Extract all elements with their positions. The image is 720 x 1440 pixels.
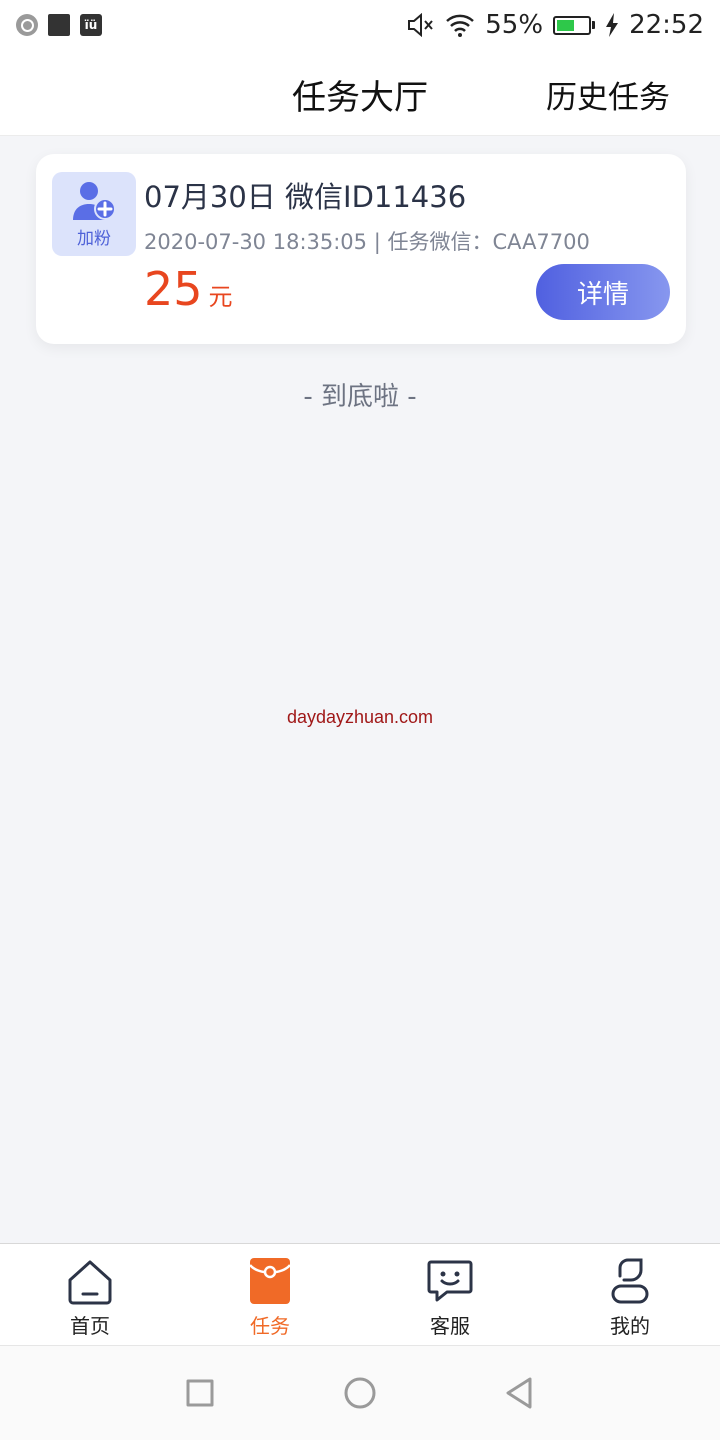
tab-customer-service[interactable]: 客服 <box>360 1244 540 1345</box>
tab-tasks[interactable]: 任务 <box>180 1244 360 1345</box>
task-meta: 2020-07-30 18:35:05 | 任务微信：CAA7700 <box>144 230 590 254</box>
home-icon <box>68 1260 112 1305</box>
red-envelope-icon <box>249 1258 291 1304</box>
bottom-tab-bar: 首页 任务 客服 我的 <box>0 1243 720 1345</box>
recents-icon[interactable] <box>180 1373 220 1413</box>
status-bar: ïü 55% 22:52 <box>0 0 720 50</box>
reward-unit: 元 <box>208 283 233 311</box>
task-card[interactable]: 加粉 07月30日 微信ID11436 2020-07-30 18:35:05 … <box>36 154 686 344</box>
detail-button[interactable]: 详情 <box>536 264 670 320</box>
system-nav-bar <box>0 1345 720 1440</box>
app-notification-icon <box>48 14 70 36</box>
app-header: 任务大厅 历史任务 <box>0 50 720 136</box>
mute-icon <box>408 13 434 37</box>
app-notification-icon: ïü <box>80 14 102 36</box>
notification-icons: ïü <box>16 14 102 36</box>
list-end-text: - 到底啦 - <box>303 382 417 412</box>
battery-fill <box>557 19 574 31</box>
wifi-icon <box>446 14 475 37</box>
task-type-label: 加粉 <box>77 228 111 249</box>
add-follower-icon <box>73 181 116 220</box>
task-reward: 25 元 <box>144 262 233 316</box>
tab-label: 首页 <box>70 1314 110 1338</box>
task-type-badge: 加粉 <box>52 172 136 256</box>
back-icon[interactable] <box>500 1373 540 1413</box>
battery-icon <box>553 15 596 35</box>
clock: 22:52 <box>629 10 704 40</box>
reward-amount: 25 <box>144 262 203 316</box>
system-icons: 55% 22:52 <box>407 10 704 40</box>
tab-profile[interactable]: 我的 <box>540 1244 720 1345</box>
search-notification-icon <box>16 14 38 36</box>
profile-icon <box>611 1258 649 1304</box>
tab-home[interactable]: 首页 <box>0 1244 180 1345</box>
chat-icon <box>427 1260 473 1302</box>
watermark: daydayzhuan.com <box>286 707 434 727</box>
charging-icon <box>606 13 619 37</box>
history-tasks-link[interactable]: 历史任务 <box>546 72 670 117</box>
task-title: 07月30日 微信ID11436 <box>144 180 467 214</box>
screen: ïü 55% 22:52 任务大厅 历史任务 加粉 07月30日 微信ID114… <box>0 0 720 1440</box>
tab-label: 客服 <box>430 1314 470 1338</box>
battery-percent: 55% <box>485 10 544 40</box>
home-circle-icon[interactable] <box>340 1373 380 1413</box>
tab-label: 任务 <box>250 1314 290 1338</box>
tab-label: 我的 <box>610 1314 650 1338</box>
